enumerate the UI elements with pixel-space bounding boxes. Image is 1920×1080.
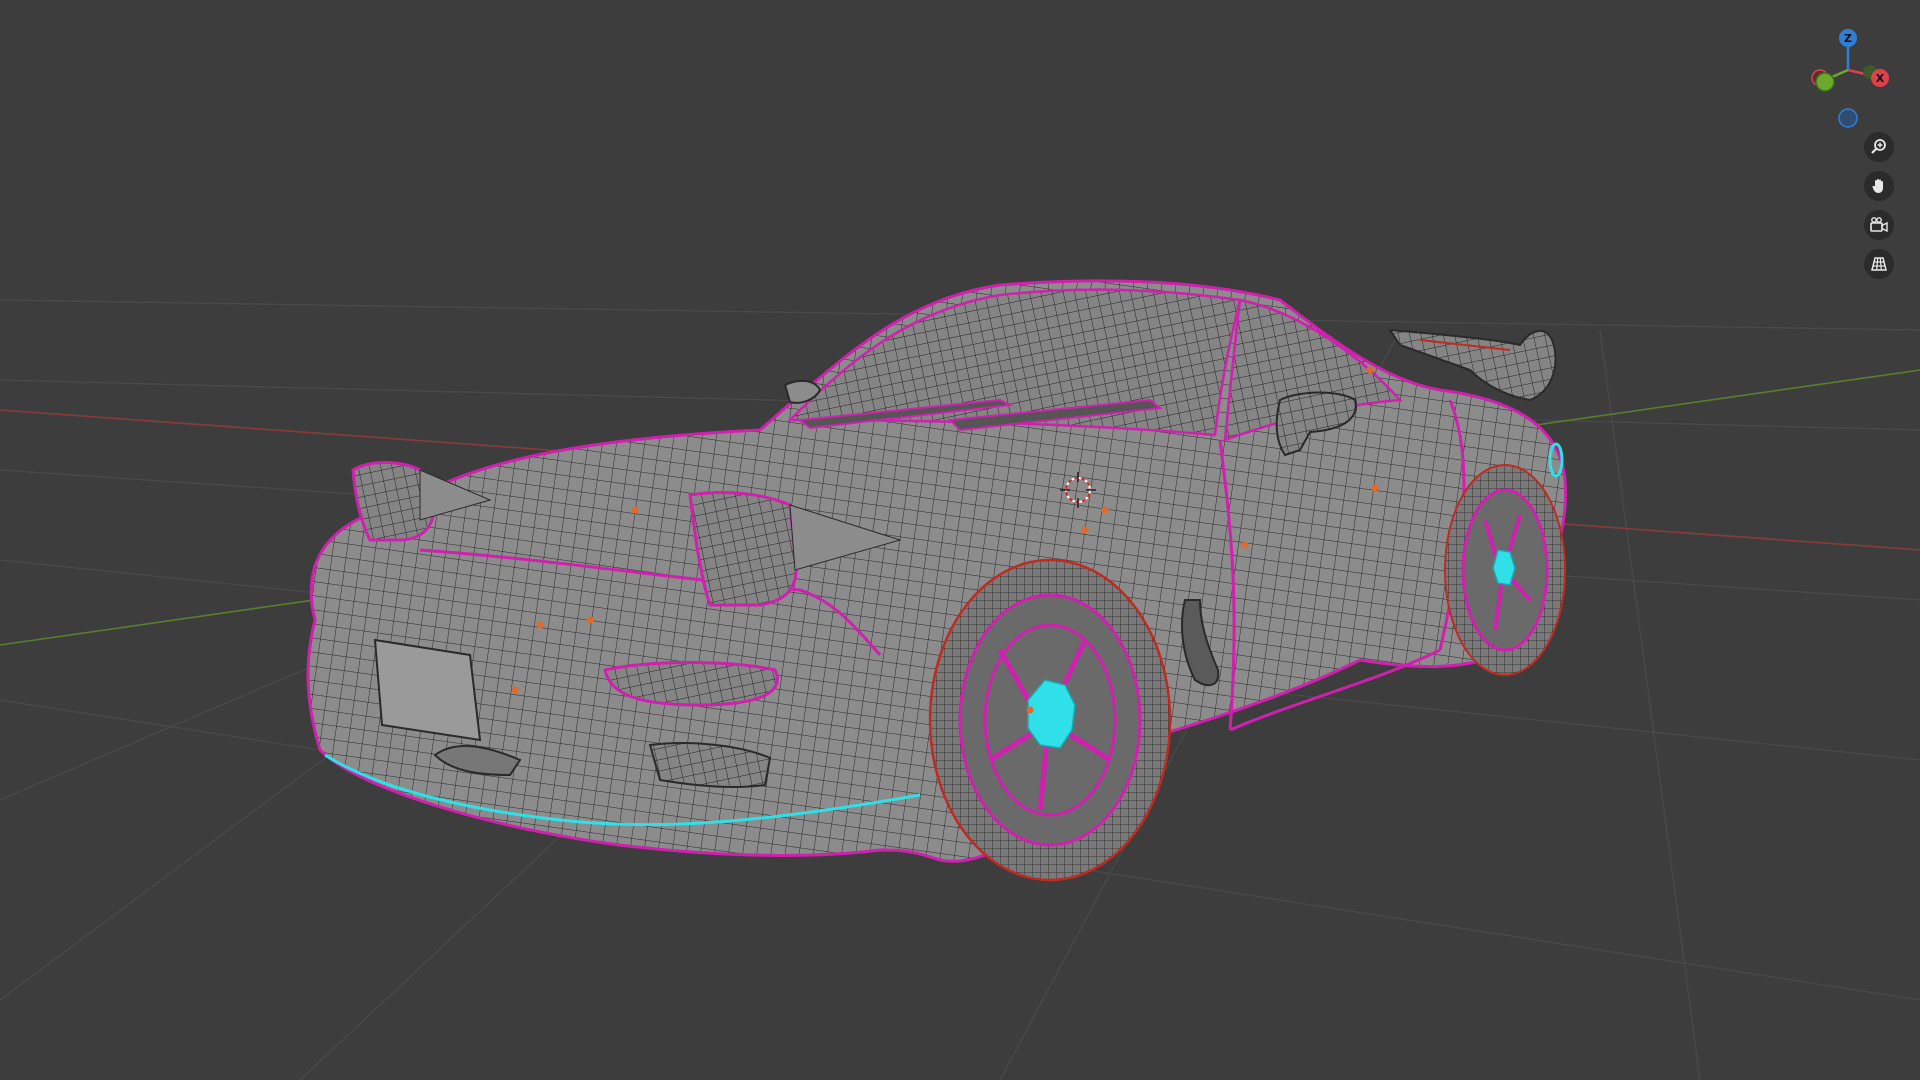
zoom-icon: [1871, 139, 1886, 154]
gizmo-y: [1815, 72, 1835, 92]
hand-pan-icon: [1872, 179, 1883, 193]
rear-hub-selection: [1492, 549, 1516, 586]
license-plate: [373, 638, 482, 742]
3d-viewport[interactable]: Z X: [0, 0, 1920, 1080]
viewport-scene[interactable]: [0, 0, 1920, 1080]
pan-button[interactable]: [1864, 171, 1894, 201]
gizmo-neg-z: [1838, 108, 1858, 128]
perspective-grid-icon: [1871, 257, 1887, 271]
viewport-navigation-tools: [1864, 132, 1904, 288]
zoom-button[interactable]: [1864, 132, 1894, 162]
gizmo-z-label: Z: [1844, 32, 1852, 45]
gizmo-x-label: X: [1876, 72, 1885, 85]
camera-view-icon: [1870, 217, 1888, 233]
rear-wheel[interactable]: [1444, 464, 1566, 676]
navigation-gizmo[interactable]: Z X: [1800, 22, 1900, 132]
headlight-right: [688, 491, 798, 607]
car-mesh[interactable]: [306, 279, 1568, 882]
camera-view-button[interactable]: [1864, 210, 1894, 240]
perspective-toggle-button[interactable]: [1864, 249, 1894, 279]
front-wheel[interactable]: [928, 558, 1172, 882]
